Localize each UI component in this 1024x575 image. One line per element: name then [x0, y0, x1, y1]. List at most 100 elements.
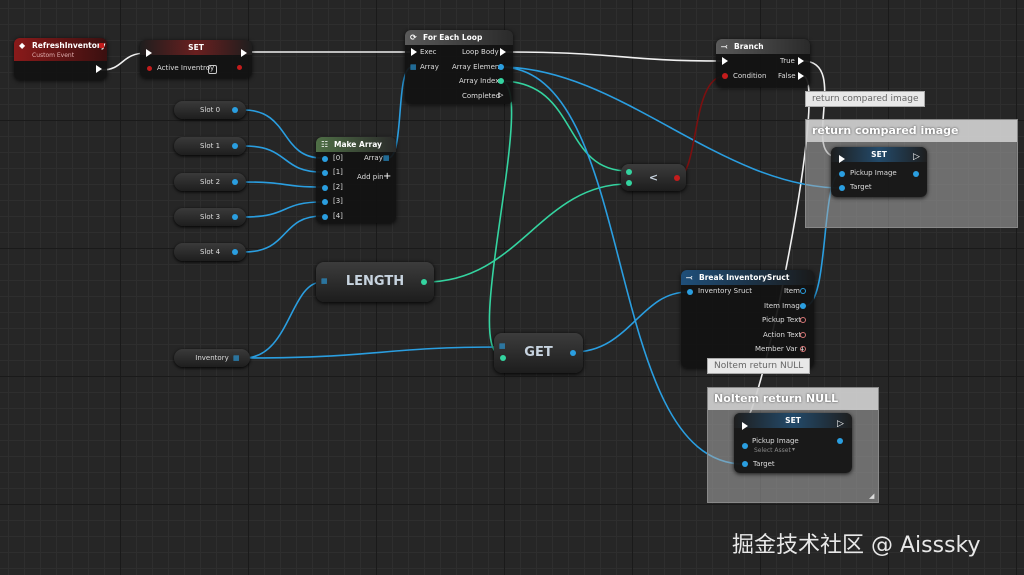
make-array-node[interactable]: ☷ Make Array [0] [1] [2] [3] [4] Array ▦ … — [316, 137, 396, 223]
pickup-image-out-pin[interactable] — [837, 438, 843, 444]
get-node[interactable]: ▦ GET — [494, 333, 583, 373]
event-subtitle: Custom Event — [32, 52, 75, 59]
pickup-text-pin[interactable] — [800, 317, 806, 323]
for-each-loop-node[interactable]: ⟳ For Each Loop Exec ▦ Array Loop Body Ar… — [405, 30, 513, 104]
b-in-pin[interactable] — [626, 180, 632, 186]
event-title: RefreshInventory — [32, 41, 106, 50]
resize-grip-icon[interactable]: ◢ — [869, 492, 874, 501]
get-out-pin[interactable] — [570, 350, 576, 356]
slot-4-variable[interactable]: Slot 4 — [174, 243, 246, 261]
pickup-image-pin[interactable] — [742, 443, 748, 449]
index-in-pin[interactable] — [500, 355, 506, 361]
comment-title: NoItem return NULL — [708, 388, 878, 410]
slot-0-variable[interactable]: Slot 0 — [174, 101, 246, 119]
slot-label: Slot 3 — [199, 213, 221, 221]
array-out-label: Array — [364, 154, 383, 162]
exec-out-hollow-icon[interactable]: ▷ — [837, 420, 844, 429]
condition-pin[interactable] — [722, 73, 728, 79]
false-label: False — [778, 72, 796, 80]
comment-title: return compared image — [806, 120, 1017, 142]
item-label: Item — [784, 287, 800, 295]
exec-out-pin[interactable] — [96, 65, 102, 73]
length-title: LENGTH — [345, 274, 405, 289]
input-pin-2[interactable] — [322, 185, 328, 191]
array-in-grid-icon[interactable]: ▦ — [321, 277, 328, 286]
false-pin[interactable] — [798, 72, 804, 80]
slot-3-variable[interactable]: Slot 3 — [174, 208, 246, 226]
exec-in-pin[interactable] — [411, 48, 417, 56]
bool-out-pin[interactable] — [674, 175, 680, 181]
break-struct-node[interactable]: ⤙ Break InventorySruct Inventory Sruct It… — [681, 270, 814, 368]
break-title: Break InventorySruct — [699, 273, 790, 282]
item-pin[interactable] — [800, 288, 806, 294]
array-out-grid-icon[interactable]: ▦ — [383, 154, 390, 163]
add-pin-label[interactable]: Add pin — [357, 173, 384, 182]
target-pin[interactable] — [839, 185, 845, 191]
length-node[interactable]: ▦ LENGTH — [316, 262, 434, 302]
target-pin[interactable] — [742, 461, 748, 467]
set-pickup-image-null-node[interactable]: SET ▷ Pickup Image Select Asset ▾ Target — [734, 413, 852, 473]
comment-bubble[interactable]: return compared image — [805, 91, 926, 107]
dropdown-chevron-icon[interactable]: ▾ — [792, 445, 795, 454]
event-diamond-icon: ◆ — [19, 41, 26, 50]
set-active-inventory-node[interactable]: SET Active Inventroy — [140, 40, 252, 78]
branch-icon: ⤙ — [721, 42, 728, 51]
array-element-label: Array Element — [452, 63, 503, 71]
bool-out-pin[interactable] — [237, 65, 242, 70]
exec-in-pin[interactable] — [146, 49, 152, 57]
input-label: [4] — [333, 212, 343, 220]
plus-icon[interactable]: + — [383, 172, 391, 182]
array-in-grid-icon[interactable]: ▦ — [499, 342, 506, 351]
slot-2-variable[interactable]: Slot 2 — [174, 173, 246, 191]
loop-body-pin[interactable] — [500, 48, 506, 56]
input-pin-4[interactable] — [322, 214, 328, 220]
struct-in-pin[interactable] — [687, 289, 693, 295]
exec-in-pin[interactable] — [839, 155, 845, 163]
target-label: Target — [850, 183, 872, 191]
length-out-pin[interactable] — [421, 279, 427, 285]
slot-out-pin[interactable] — [232, 107, 238, 113]
slot-1-variable[interactable]: Slot 1 — [174, 137, 246, 155]
slot-out-pin[interactable] — [232, 143, 238, 149]
exec-in-pin[interactable] — [742, 422, 748, 430]
make-array-icon: ☷ — [321, 140, 329, 149]
true-pin[interactable] — [798, 57, 804, 65]
slot-out-pin[interactable] — [232, 179, 238, 185]
array-element-pin[interactable] — [498, 64, 504, 70]
bool-in-pin[interactable] — [147, 66, 152, 71]
loop-body-label: Loop Body — [462, 48, 499, 56]
exec-out-hollow-icon[interactable]: ▷ — [913, 153, 920, 162]
array-grid-icon[interactable]: ▦ — [410, 63, 417, 72]
inventory-variable[interactable]: Inventory ▦ — [174, 349, 250, 367]
branch-node[interactable]: ⤙ Branch Condition True False — [716, 39, 810, 87]
exec-label: Exec — [420, 48, 437, 56]
pickup-image-out-pin[interactable] — [913, 171, 919, 177]
select-asset-dropdown[interactable]: Select Asset — [754, 446, 791, 455]
set-header: SET — [140, 40, 252, 55]
exec-out-pin[interactable] — [241, 49, 247, 57]
slot-out-pin[interactable] — [232, 214, 238, 220]
action-text-pin[interactable] — [800, 332, 806, 338]
custom-event-node[interactable]: ◆ RefreshInventory Custom Event — [14, 38, 107, 80]
exec-in-pin[interactable] — [722, 57, 728, 65]
completed-hollow-icon[interactable]: ▷ — [498, 91, 503, 100]
set-pickup-image-node[interactable]: SET ▷ Pickup Image Target — [831, 147, 927, 197]
a-in-pin[interactable] — [626, 169, 632, 175]
break-struct-icon: ⤙ — [686, 273, 693, 282]
member-var-pin[interactable] — [800, 346, 806, 352]
active-inventory-label: Active Inventroy — [157, 64, 215, 72]
inventory-grid-icon[interactable]: ▦ — [233, 349, 240, 367]
input-pin-0[interactable] — [322, 156, 328, 162]
input-pin-1[interactable] — [322, 170, 328, 176]
delegate-pin[interactable] — [99, 43, 104, 48]
slot-out-pin[interactable] — [232, 249, 238, 255]
input-pin-3[interactable] — [322, 199, 328, 205]
less-than-node[interactable]: < — [621, 164, 686, 191]
pickup-image-pin[interactable] — [839, 171, 845, 177]
array-index-pin[interactable] — [498, 78, 504, 84]
item-image-pin[interactable] — [800, 303, 806, 309]
active-inventory-checkbox[interactable] — [208, 65, 217, 74]
less-symbol: < — [648, 171, 659, 184]
slot-label: Slot 2 — [199, 178, 221, 186]
comment-bubble[interactable]: NoItem return NULL — [707, 358, 811, 374]
